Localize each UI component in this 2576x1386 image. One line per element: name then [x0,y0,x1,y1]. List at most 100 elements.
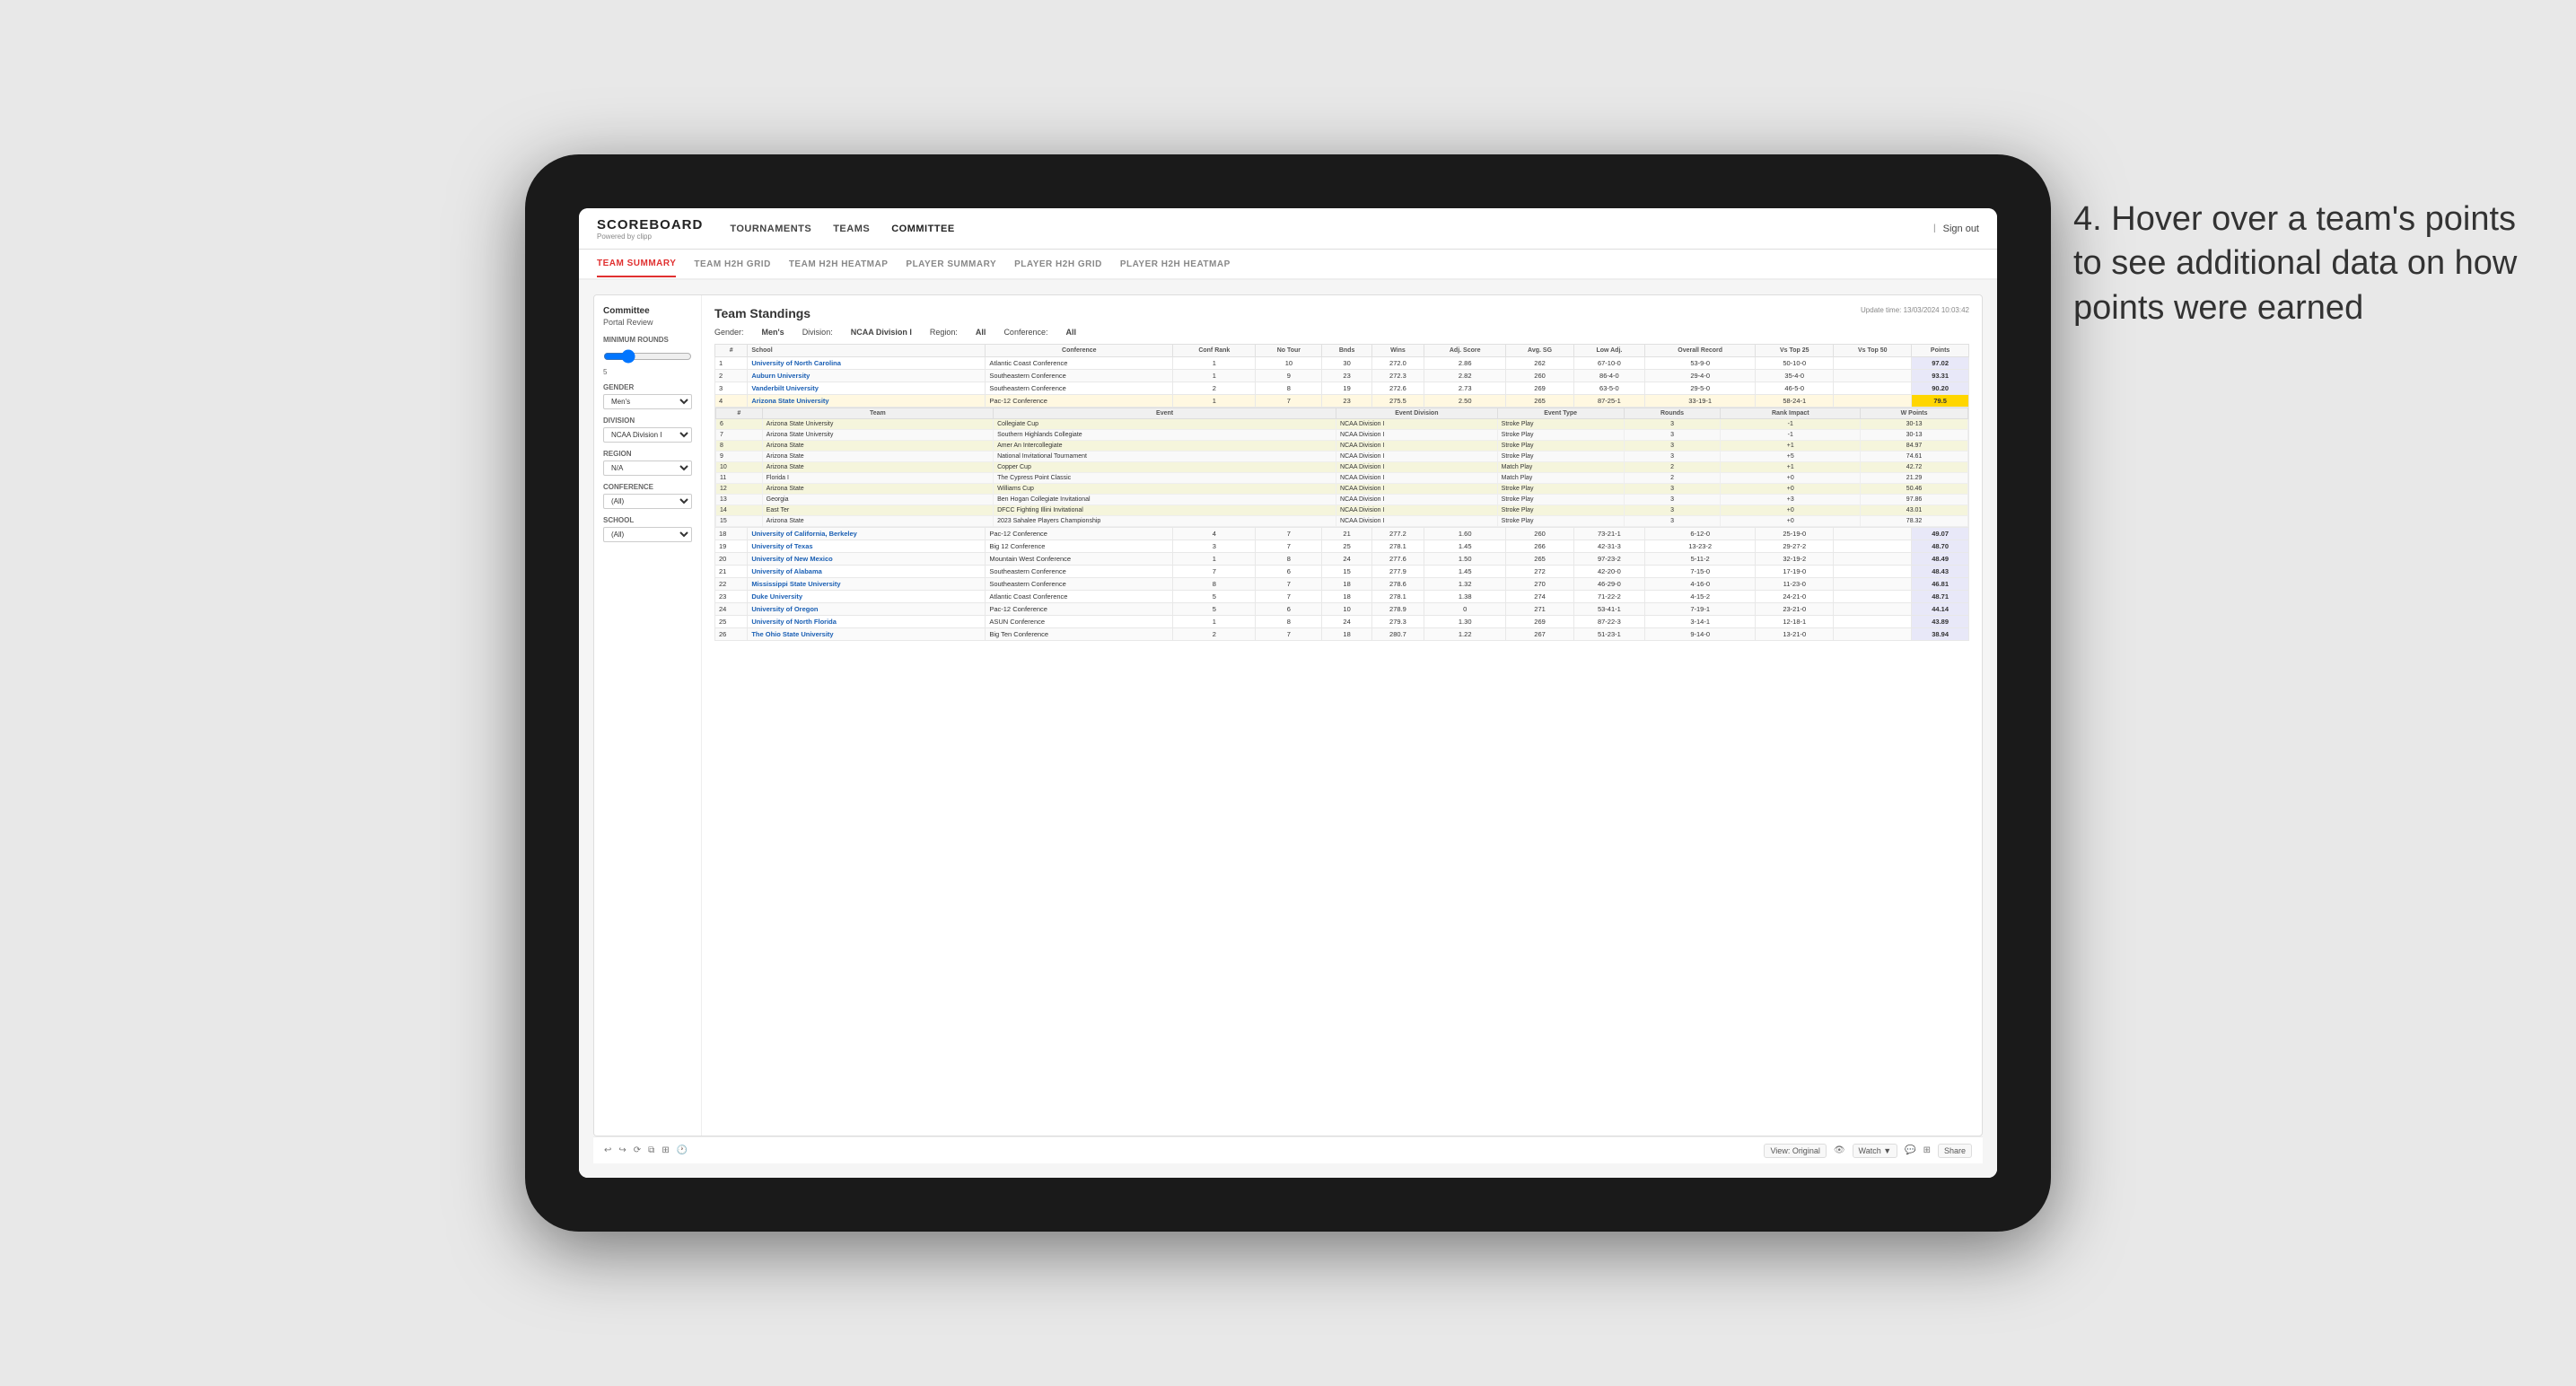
top-nav: SCOREBOARD Powered by clipp TOURNAMENTS … [579,208,1997,250]
sign-out-button[interactable]: Sign out [1943,224,1979,234]
logo-text: SCOREBOARD [597,217,703,232]
share-button[interactable]: Share [1938,1144,1972,1158]
col-wins: Wins [1371,345,1424,357]
sidebar-label-division: Division [603,417,692,425]
logo-powered: Powered by clipp [597,232,703,241]
standings-header: Team Standings Update time: 13/03/2024 1… [714,306,1969,320]
table-row: 21 University of Alabama Southeastern Co… [715,566,1969,578]
sidebar-label-region: Region [603,450,692,458]
tab-player-h2h-heatmap[interactable]: PLAYER H2H HEATMAP [1120,252,1231,276]
col-rank: # [715,345,748,357]
col-school: School [748,345,986,357]
sub-nav: TEAM SUMMARY TEAM H2H GRID TEAM H2H HEAT… [579,250,1997,280]
col-vs-top50: Vs Top 50 [1834,345,1912,357]
comment-icon[interactable]: 💬 [1905,1145,1915,1155]
region-select[interactable]: N/A [603,461,692,476]
view-original-button[interactable]: View: Original [1764,1144,1826,1158]
table-row: 22 Mississippi State University Southeas… [715,578,1969,591]
table-row: 18 University of California, Berkeley Pa… [715,528,1969,540]
col-vs-top25: Vs Top 25 [1756,345,1834,357]
col-low: Low Adj. [1573,345,1644,357]
table-row: 4 Arizona State University Pac-12 Confer… [715,395,1969,408]
col-points: Points [1912,345,1969,357]
sub-table-row: 14 East Ter DFCC Fighting Illini Invitat… [716,505,1968,516]
nav-item-teams[interactable]: TEAMS [833,220,870,238]
eye-icon: 👁 [1834,1145,1845,1155]
sub-table-row: 13 Georgia Ben Hogan Collegiate Invitati… [716,495,1968,505]
app-content: Committee Portal Review Minimum Rounds 5… [579,280,1997,1178]
sidebar-title: Committee [603,306,692,316]
sidebar-label-min-rounds: Minimum Rounds [603,336,692,344]
expanded-header-row: # Team Event Event Division Event Type R… [715,408,1969,528]
min-rounds-slider[interactable] [603,346,692,366]
region-filter-label: Region: [930,328,958,337]
redo-icon[interactable]: ↪ [618,1145,626,1155]
sub-table-row: 6 Arizona State University Collegiate Cu… [716,419,1968,430]
undo-icon[interactable]: ↩ [604,1145,611,1155]
tab-player-summary[interactable]: PLAYER SUMMARY [906,252,996,276]
nav-item-committee[interactable]: COMMITTEE [891,220,955,238]
table-row: 24 University of Oregon Pac-12 Conferenc… [715,603,1969,616]
inner-panel: Committee Portal Review Minimum Rounds 5… [593,294,1983,1136]
division-select[interactable]: NCAA Division I [603,427,692,443]
sub-table-row: 15 Arizona State 2023 Sahalee Players Ch… [716,516,1968,527]
watch-button[interactable]: Watch ▼ [1853,1144,1898,1158]
col-no-tour: No Tour [1256,345,1322,357]
table-row: 26 The Ohio State University Big Ten Con… [715,628,1969,641]
col-overall: Overall Record [1645,345,1756,357]
standings-table: # School Conference Conf Rank No Tour Bn… [714,344,1969,641]
sub-table-row: 7 Arizona State University Southern High… [716,430,1968,441]
sub-table-row: 12 Arizona State Williams Cup NCAA Divis… [716,484,1968,495]
division-filter-value: NCAA Division I [851,328,912,337]
sidebar-label-gender: Gender [603,383,692,391]
gender-select[interactable]: Men's Women's [603,394,692,409]
gender-filter-label: Gender: [714,328,744,337]
tab-team-h2h-heatmap[interactable]: TEAM H2H HEATMAP [789,252,889,276]
sidebar-label-conference: Conference [603,483,692,491]
clock-icon[interactable]: 🕐 [677,1145,688,1155]
grid2-icon[interactable]: ⊞ [1923,1145,1931,1155]
annotation-text: 4. Hover over a team's points to see add… [2073,197,2522,330]
table-row: 2 Auburn University Southeastern Confere… [715,370,1969,382]
school-select[interactable]: (All) [603,527,692,542]
col-conference: Conference [986,345,1173,357]
table-row: 25 University of North Florida ASUN Conf… [715,616,1969,628]
conference-select[interactable]: (All) [603,494,692,509]
conference-filter-label: Conference: [1003,328,1047,337]
copy-icon[interactable]: ⧉ [648,1145,654,1155]
sub-table-row: 11 Florida I The Cypress Point Classic N… [716,473,1968,484]
sub-table-row: 8 Arizona State Amer An Intercollegiate … [716,441,1968,452]
table-row: 23 Duke University Atlantic Coast Confer… [715,591,1969,603]
col-adj-score: Adj. Score [1424,345,1506,357]
tab-team-summary[interactable]: TEAM SUMMARY [597,251,676,277]
sub-table-row: 10 Arizona State Copper Cup NCAA Divisio… [716,462,1968,473]
table-row: 3 Vanderbilt University Southeastern Con… [715,382,1969,395]
conference-filter-value: All [1065,328,1076,337]
logo-area: SCOREBOARD Powered by clipp [597,217,703,241]
bottom-toolbar: ↩ ↪ ⟳ ⧉ ⊞ 🕐 View: Original 👁 Watch ▼ 💬 ⊞… [593,1136,1983,1163]
table-row: 19 University of Texas Big 12 Conference… [715,540,1969,553]
standings-title: Team Standings [714,306,810,320]
nav-items: TOURNAMENTS TEAMS COMMITTEE [730,220,1933,238]
table-row: 1 University of North Carolina Atlantic … [715,357,1969,370]
refresh-icon[interactable]: ⟳ [634,1145,641,1155]
col-conf-rank: Conf Rank [1173,345,1256,357]
nav-item-tournaments[interactable]: TOURNAMENTS [730,220,811,238]
grid-icon[interactable]: ⊞ [662,1145,669,1155]
nav-sep: | [1933,224,1936,233]
left-sidebar: Committee Portal Review Minimum Rounds 5… [594,295,702,1136]
gender-filter-value: Men's [762,328,784,337]
table-row: 20 University of New Mexico Mountain Wes… [715,553,1969,566]
table-header-row: # School Conference Conf Rank No Tour Bn… [715,345,1969,357]
division-filter-label: Division: [802,328,833,337]
sub-table-row: 9 Arizona State National Invitational To… [716,452,1968,462]
tab-team-h2h-grid[interactable]: TEAM H2H GRID [694,252,770,276]
region-filter-value: All [976,328,986,337]
col-avg-sg: Avg. SG [1506,345,1573,357]
tablet-shell: SCOREBOARD Powered by clipp TOURNAMENTS … [525,154,2051,1232]
tab-player-h2h-grid[interactable]: PLAYER H2H GRID [1014,252,1102,276]
sidebar-subtitle: Portal Review [603,318,692,327]
update-time: Update time: 13/03/2024 10:03:42 [1861,306,1969,314]
tablet-screen: SCOREBOARD Powered by clipp TOURNAMENTS … [579,208,1997,1178]
sub-table-header: # Team Event Event Division Event Type R… [716,408,1968,419]
